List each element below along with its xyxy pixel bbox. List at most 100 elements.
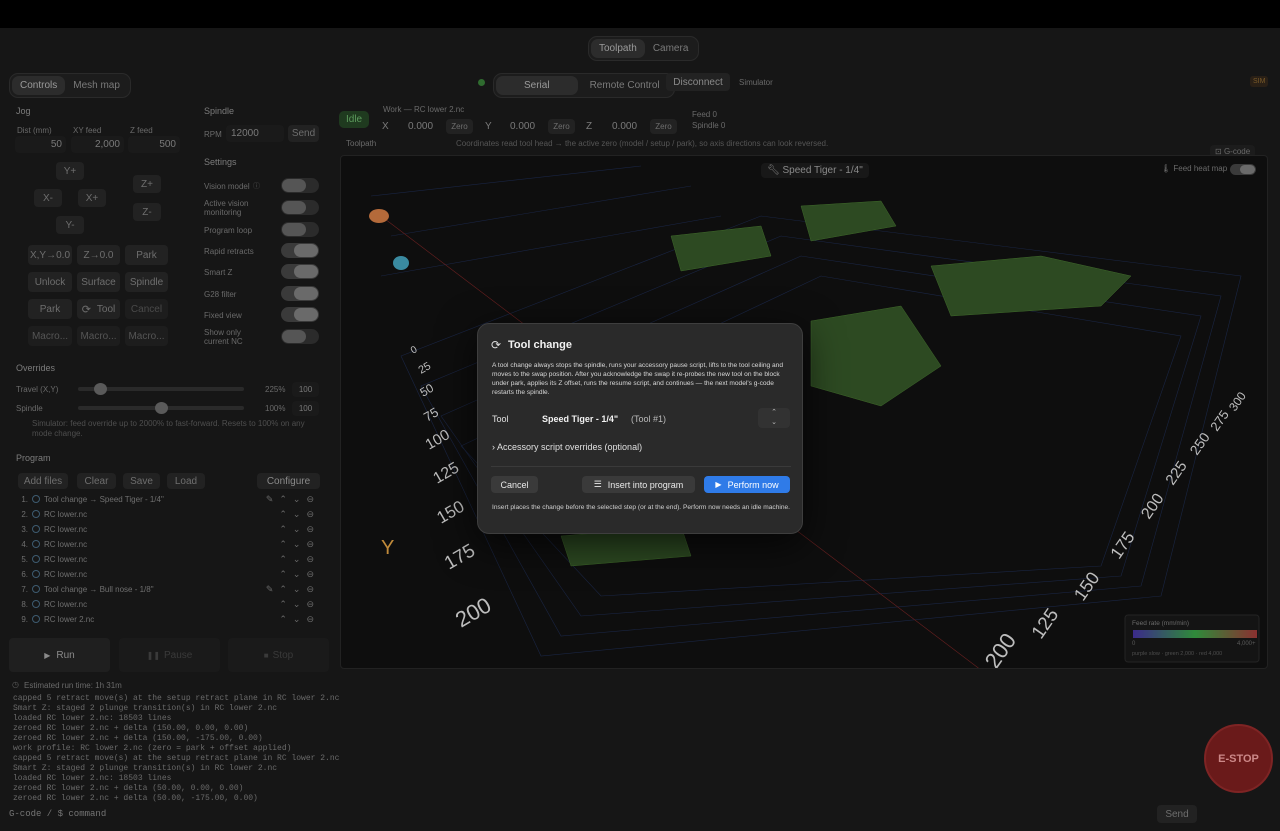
zero-x-button[interactable]: Zero: [446, 119, 473, 134]
program-row[interactable]: 6. RC lower.nc ⌃⌄⊖: [18, 568, 320, 583]
program-row[interactable]: 3. RC lower.nc ⌃⌄⊖: [18, 523, 320, 538]
fixed-view-toggle[interactable]: [281, 307, 319, 322]
unlock-button[interactable]: Unlock: [28, 272, 72, 292]
e-stop-button[interactable]: E-STOP: [1204, 724, 1273, 793]
dist-input[interactable]: 50: [15, 136, 66, 153]
vision-model-toggle[interactable]: [281, 178, 319, 193]
run-button[interactable]: ▶ Run: [9, 638, 110, 672]
program-row[interactable]: 1. Tool change → Speed Tiger - 1/4" ✎⌃⌄⊖: [18, 493, 320, 508]
jog-z-plus-button[interactable]: Z+: [133, 175, 161, 193]
tab-serial[interactable]: Serial: [496, 76, 578, 95]
zero-xy-button[interactable]: X,Y→0.0: [28, 245, 72, 265]
tab-remote-control[interactable]: Remote Control: [578, 76, 672, 95]
row-controls[interactable]: ⌃⌄⊖: [279, 509, 320, 520]
travel-slider[interactable]: [78, 383, 244, 395]
macro-button-3[interactable]: Macro...: [125, 326, 168, 346]
step-circle-icon: [32, 540, 40, 548]
row-controls[interactable]: ⌃⌄⊖: [279, 569, 320, 580]
log-line: zeroed RC lower 2.nc + delta (50.00, 0.0…: [13, 784, 244, 793]
surface-button[interactable]: Surface: [77, 272, 120, 292]
clear-button[interactable]: Clear: [77, 473, 116, 489]
xy-feed-input[interactable]: 2,000: [71, 136, 124, 153]
tab-camera[interactable]: Camera: [645, 39, 697, 58]
cancel-button[interactable]: Cancel: [491, 476, 538, 493]
row-controls[interactable]: ⌃⌄⊖: [279, 554, 320, 565]
console-send-button[interactable]: Send: [1157, 805, 1197, 823]
tab-controls[interactable]: Controls: [12, 76, 66, 95]
park-button[interactable]: Park: [125, 245, 168, 265]
park-button-2[interactable]: Park: [28, 299, 72, 319]
tool-name[interactable]: Speed Tiger - 1/4": [542, 414, 618, 424]
spindle-slider[interactable]: [78, 402, 244, 414]
row-controls[interactable]: ⌃⌄⊖: [279, 614, 320, 625]
travel-pct: 225%: [265, 385, 286, 394]
tab-toolpath[interactable]: Toolpath: [591, 39, 645, 58]
accessory-overrides-toggle[interactable]: › Accessory script overrides (optional): [492, 442, 642, 452]
program-row[interactable]: 5. RC lower.nc ⌃⌄⊖: [18, 553, 320, 568]
g28-filter-toggle[interactable]: [281, 286, 319, 301]
travel-slider-thumb[interactable]: [94, 383, 107, 395]
tick-label: 125: [431, 459, 463, 487]
rapid-retracts-toggle[interactable]: [281, 243, 319, 258]
left-tabs: Controls Mesh map: [9, 73, 131, 98]
zero-z-button[interactable]: Z→0.0: [77, 245, 120, 265]
program-row[interactable]: 7. Tool change → Bull nose - 1/8" ✎⌃⌄⊖: [18, 583, 320, 598]
macro-button-2[interactable]: Macro...: [77, 326, 120, 346]
show-only-current-toggle[interactable]: [281, 329, 319, 344]
program-row[interactable]: 4. RC lower.nc ⌃⌄⊖: [18, 538, 320, 553]
row-controls[interactable]: ✎⌃⌄⊖: [266, 494, 320, 505]
configure-button[interactable]: Configure: [257, 473, 320, 489]
spindle-override-input[interactable]: 100: [292, 401, 319, 416]
insert-into-program-button[interactable]: ☰ Insert into program: [582, 476, 695, 493]
pause-button[interactable]: ❚❚ Pause: [119, 638, 220, 672]
override-note: Simulator: feed override up to 2000% to …: [32, 419, 305, 438]
jog-y-minus-button[interactable]: Y-: [56, 216, 84, 234]
log-line: Smart Z: staged 2 plunge transition(s) i…: [13, 764, 278, 773]
zero-z-position-button[interactable]: Zero: [650, 119, 677, 134]
cancel-tool-button[interactable]: Cancel: [125, 299, 168, 319]
program-row[interactable]: 2. RC lower.nc ⌃⌄⊖: [18, 508, 320, 523]
spindle-slider-thumb[interactable]: [155, 402, 168, 414]
smart-z-toggle[interactable]: [281, 264, 319, 279]
step-circle-icon: [32, 510, 40, 518]
travel-override-input[interactable]: 100: [292, 382, 319, 397]
legend-note: purple slow · green 2,000 · red 4,000: [1132, 651, 1223, 657]
tick-label: 250: [1186, 429, 1213, 457]
spindle-send-button[interactable]: Send: [288, 125, 319, 142]
chevron-up-icon[interactable]: ⌃: [758, 408, 790, 418]
program-row[interactable]: 9. RC lower 2.nc ⌃⌄⊖: [18, 613, 320, 628]
connection-tabs: Serial Remote Control: [493, 73, 675, 98]
row-controls[interactable]: ⌃⌄⊖: [279, 599, 320, 610]
jog-x-minus-button[interactable]: X-: [34, 189, 62, 207]
row-controls[interactable]: ✎⌃⌄⊖: [266, 584, 320, 595]
row-controls[interactable]: ⌃⌄⊖: [279, 539, 320, 550]
z-feed-input[interactable]: 500: [128, 136, 180, 153]
tab-mesh-map[interactable]: Mesh map: [65, 76, 128, 95]
jog-x-plus-button[interactable]: X+: [78, 189, 106, 207]
legend-title: Feed rate (mm/min): [1132, 620, 1190, 627]
row-controls[interactable]: ⌃⌄⊖: [279, 524, 320, 535]
jog-y-plus-button[interactable]: Y+: [56, 162, 84, 180]
macro-button-1[interactable]: Macro...: [28, 326, 72, 346]
rpm-input[interactable]: 12000: [226, 125, 284, 142]
stop-button[interactable]: ■ Stop: [228, 638, 329, 672]
spindle-title: Spindle: [204, 106, 235, 116]
program-loop-toggle[interactable]: [281, 222, 319, 237]
disconnect-button[interactable]: Disconnect: [666, 73, 730, 91]
mode-label: Simulator: [739, 78, 773, 87]
chevron-down-icon[interactable]: ⌄: [758, 418, 790, 428]
save-button[interactable]: Save: [123, 473, 160, 489]
spindle-button[interactable]: Spindle: [125, 272, 168, 292]
gcode-command-input[interactable]: [9, 805, 1149, 823]
perform-now-button[interactable]: ▶ Perform now: [704, 476, 790, 493]
load-button[interactable]: Load: [167, 473, 205, 489]
zero-y-button[interactable]: Zero: [548, 119, 575, 134]
add-files-button[interactable]: Add files: [18, 473, 68, 489]
active-vision-toggle[interactable]: [281, 200, 319, 215]
tick-label: 150: [434, 497, 468, 528]
tool-stepper[interactable]: ⌃ ⌄: [758, 408, 790, 428]
feed-heat-map-toggle[interactable]: [1230, 164, 1256, 175]
tool-button[interactable]: ⟳ Tool: [77, 299, 120, 319]
program-row[interactable]: 8. RC lower.nc ⌃⌄⊖: [18, 598, 320, 613]
jog-z-minus-button[interactable]: Z-: [133, 203, 161, 221]
